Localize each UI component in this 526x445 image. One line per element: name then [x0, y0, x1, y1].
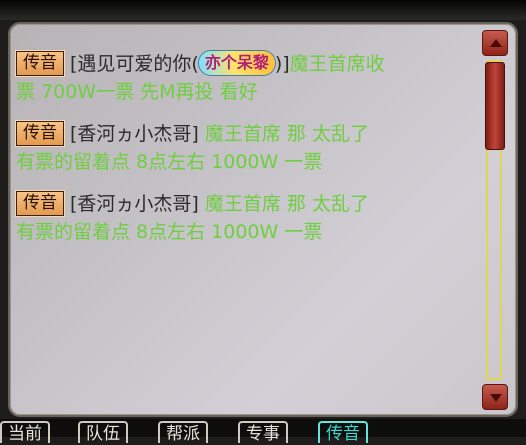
message-text-cont: 有票的留着点 8点左右 1000W 一票 — [16, 151, 323, 173]
sender-name[interactable]: [香河ヵ小杰哥] — [70, 123, 199, 145]
chat-log: 传音 [遇见可爱的你(亦个呆黎)]魔王首席收 票 700W一票 先M再投 看好 传… — [16, 50, 476, 410]
broadcast-tag[interactable]: 传音 — [16, 121, 64, 146]
scroll-up-button[interactable] — [482, 30, 508, 56]
message-text-cont: 有票的留着点 8点左右 1000W 一票 — [16, 221, 323, 243]
title-badge: 亦个呆黎 — [198, 51, 275, 75]
chat-message: 传音 [香河ヵ小杰哥] 魔王首席 那 太乱了 有票的留着点 8点左右 1000W … — [16, 190, 476, 246]
scroll-thumb[interactable] — [485, 62, 505, 150]
arrow-down-icon — [490, 394, 502, 402]
sender-name[interactable]: [香河ヵ小杰哥] — [70, 193, 199, 215]
tab-guild[interactable]: 帮派 — [158, 421, 208, 444]
message-text: 魔王首席 那 太乱了 — [198, 123, 369, 145]
tab-current[interactable]: 当前 — [0, 421, 50, 444]
chat-message: 传音 [遇见可爱的你(亦个呆黎)]魔王首席收 票 700W一票 先M再投 看好 — [16, 50, 476, 106]
arrow-up-icon — [490, 39, 502, 47]
chat-scrollbar[interactable] — [482, 30, 508, 410]
tab-broadcast[interactable]: 传音 — [318, 421, 368, 444]
chat-message: 传音 [香河ヵ小杰哥] 魔王首席 那 太乱了 有票的留着点 8点左右 1000W … — [16, 120, 476, 176]
window-top-strip — [0, 0, 526, 20]
tab-team[interactable]: 队伍 — [78, 421, 128, 444]
broadcast-tag[interactable]: 传音 — [16, 51, 64, 76]
message-text: 魔王首席收 — [289, 53, 385, 75]
tab-affairs[interactable]: 专事 — [238, 421, 288, 444]
message-text-cont: 票 700W一票 先M再投 看好 — [16, 81, 258, 103]
scroll-down-button[interactable] — [482, 384, 508, 410]
channel-tabs: 当前 队伍 帮派 专事 传音 — [0, 419, 526, 444]
message-text: 魔王首席 那 太乱了 — [198, 193, 369, 215]
broadcast-tag[interactable]: 传音 — [16, 191, 64, 216]
sender-name-close: )] — [274, 53, 290, 75]
chat-panel: 传音 [遇见可爱的你(亦个呆黎)]魔王首席收 票 700W一票 先M再投 看好 传… — [8, 22, 518, 417]
sender-name[interactable]: [遇见可爱的你( — [70, 53, 199, 75]
